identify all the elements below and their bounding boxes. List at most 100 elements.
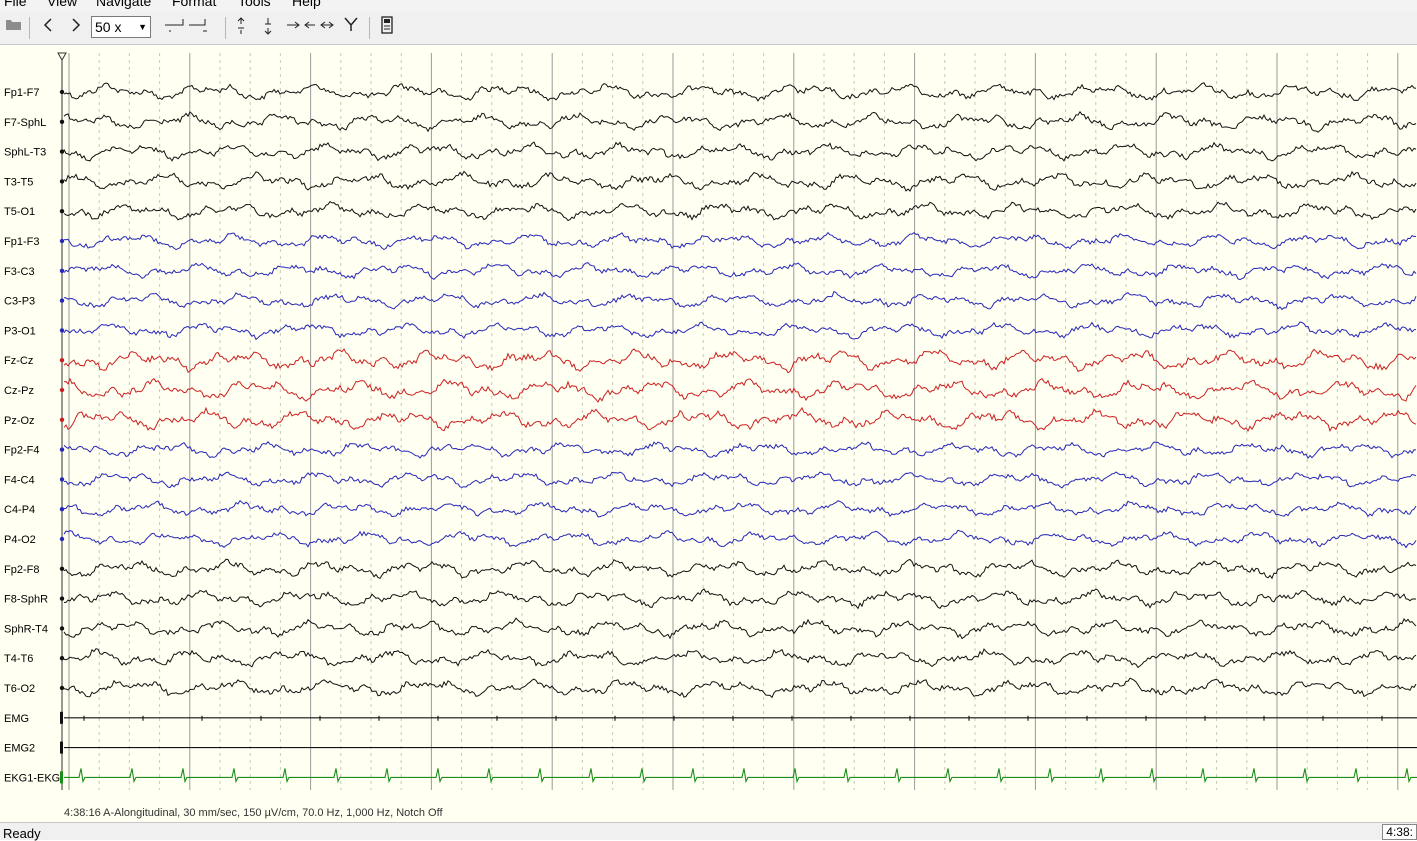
print-icon[interactable] (378, 16, 396, 38)
menu-format[interactable]: Format (172, 0, 216, 9)
chevron-down-icon: ▼ (138, 22, 147, 32)
channel-label[interactable]: EKG1-EKG (4, 772, 60, 784)
menu-help[interactable]: Help (292, 0, 321, 9)
channel-marker (60, 711, 63, 724)
channel-label[interactable]: F4-C4 (4, 474, 35, 486)
channel-label[interactable]: T5-O1 (4, 206, 35, 218)
channel-label[interactable]: Pz-Oz (4, 415, 35, 427)
channel-marker (59, 507, 65, 512)
status-time: 4:38: (1382, 824, 1417, 840)
channel-trace (63, 231, 1417, 251)
channel-trace (63, 82, 1417, 102)
amplitude-down-icon[interactable] (260, 16, 276, 38)
channel-trace (63, 617, 1417, 640)
amplitude-up-icon[interactable] (233, 16, 249, 38)
channel-marker (59, 89, 65, 95)
channel-trace (63, 406, 1417, 433)
toolbar: 50 x ▼ (0, 12, 1417, 45)
channel-marker (59, 149, 65, 154)
channel-label[interactable]: Fp1-F3 (4, 236, 39, 248)
channel-trace (63, 348, 1417, 374)
channel-trace (63, 558, 1417, 580)
channel-label[interactable]: T6-O2 (4, 683, 35, 695)
eeg-waveform-canvas[interactable]: Fp1-F7 F7-SphL SphL-T3 T3-T5 T5-O1 Fp1-F3 F3-C… (0, 45, 1417, 822)
channel-trace (63, 529, 1417, 549)
channel-marker (59, 656, 65, 661)
channel-label[interactable]: Fp2-F8 (4, 564, 39, 576)
zoom-select[interactable]: 50 x ▼ (91, 16, 151, 38)
channel-label[interactable]: Fz-Cz (4, 355, 33, 367)
channel-marker (59, 685, 65, 691)
channel-label[interactable]: EMG (4, 713, 29, 725)
menu-bar: File View Navigate Format Tools Help (0, 0, 1417, 12)
channel-trace (63, 471, 1417, 489)
channel-trace (63, 441, 1417, 460)
channel-marker (59, 596, 65, 601)
channel-label[interactable]: Fp2-F4 (4, 445, 39, 457)
toolbar-separator (369, 17, 370, 39)
channel-marker (59, 387, 65, 393)
channel-trace (63, 377, 1417, 403)
channel-trace (63, 677, 1417, 699)
channel-label[interactable]: C3-P3 (4, 296, 35, 308)
open-icon[interactable] (4, 16, 24, 38)
channel-trace (63, 141, 1417, 162)
channel-marker (59, 477, 65, 482)
menu-navigate[interactable]: Navigate (96, 0, 151, 9)
menu-view[interactable]: View (47, 0, 77, 9)
channel-label[interactable]: C4-P4 (4, 504, 35, 516)
toolbar-separator (225, 17, 226, 39)
channel-trace (63, 170, 1417, 192)
channel-trace (63, 110, 1417, 133)
next-page-icon[interactable] (68, 16, 84, 38)
zoom-value: 50 x (95, 19, 122, 35)
channel-marker (59, 447, 65, 452)
channel-marker (59, 328, 65, 333)
channel-marker (59, 566, 65, 571)
channel-marker (59, 179, 65, 184)
channel-marker (59, 238, 65, 244)
channel-trace (64, 715, 1417, 721)
channel-label[interactable]: Fp1-F7 (4, 87, 39, 99)
channel-trace (63, 321, 1417, 341)
eeg-chart[interactable]: Fp1-F7 F7-SphL SphL-T3 T3-T5 T5-O1 Fp1-F3 F3-C… (0, 45, 1417, 822)
montage-info: 4:38:16 A-Alongitudinal, 30 mm/sec, 150 … (64, 807, 443, 819)
channel-label[interactable]: Cz-Pz (4, 385, 34, 397)
channel-marker (59, 358, 65, 363)
channel-label[interactable]: P4-O2 (4, 534, 36, 546)
channel-trace (64, 768, 1417, 784)
horizontal-scale-icon[interactable] (284, 16, 336, 38)
channel-trace (63, 262, 1417, 281)
channel-marker (60, 771, 63, 784)
channel-marker (59, 417, 65, 422)
channel-marker (59, 209, 65, 214)
channel-label[interactable]: F7-SphL (4, 117, 46, 129)
channel-marker (59, 536, 65, 542)
time-grid (68, 53, 1399, 790)
channel-trace (63, 648, 1417, 669)
menu-tools[interactable]: Tools (238, 0, 271, 9)
status-bar: Ready 4:38: (0, 822, 1417, 841)
channel-label[interactable]: T4-T6 (4, 653, 33, 665)
channel-label[interactable]: F8-SphR (4, 594, 48, 606)
menu-file[interactable]: File (4, 0, 27, 9)
time-cursor-marker[interactable] (57, 52, 67, 62)
prev-page-icon[interactable] (40, 16, 56, 38)
channel-trace (63, 200, 1417, 222)
channel-marker (60, 741, 63, 754)
channel-label[interactable]: F3-C3 (4, 266, 35, 278)
channel-label[interactable]: SphR-T4 (4, 623, 48, 635)
channel-trace (63, 290, 1417, 311)
channel-marker (59, 268, 65, 273)
channel-marker (59, 298, 65, 303)
timebase-icon[interactable] (162, 16, 212, 38)
channel-marker (59, 626, 65, 631)
channel-trace (63, 588, 1417, 610)
filter-icon[interactable] (342, 16, 360, 38)
channel-label[interactable]: T3-T5 (4, 176, 33, 188)
toolbar-separator (29, 17, 30, 39)
channel-trace (63, 499, 1417, 518)
channel-label[interactable]: SphL-T3 (4, 147, 46, 159)
channel-label[interactable]: P3-O1 (4, 325, 36, 337)
channel-label[interactable]: EMG2 (4, 743, 35, 755)
